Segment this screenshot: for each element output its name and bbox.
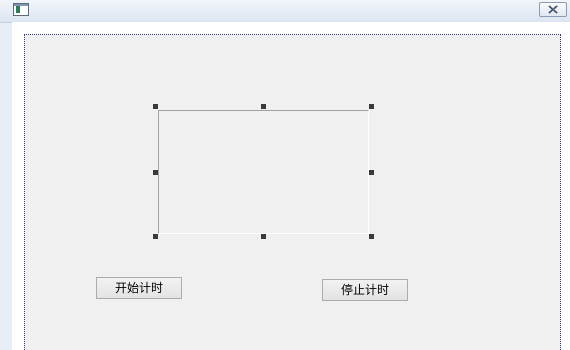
resize-handle-top-left[interactable] xyxy=(153,104,158,109)
app-window-icon xyxy=(13,3,29,16)
resize-handle-right[interactable] xyxy=(369,170,374,175)
resize-handle-left[interactable] xyxy=(153,170,158,175)
designer-window: 开始计时 停止计时 xyxy=(0,0,570,350)
close-icon xyxy=(548,5,559,14)
resize-handle-bottom-right[interactable] xyxy=(369,234,374,239)
form-edge xyxy=(562,34,570,350)
title-bar[interactable] xyxy=(0,0,570,23)
start-timer-button[interactable]: 开始计时 xyxy=(96,277,182,299)
close-button[interactable] xyxy=(539,2,567,17)
resize-handle-top[interactable] xyxy=(261,104,266,109)
selected-group-box[interactable] xyxy=(158,110,369,234)
resize-handle-top-right[interactable] xyxy=(369,104,374,109)
resize-handle-bottom[interactable] xyxy=(261,234,266,239)
resize-handle-bottom-left[interactable] xyxy=(153,234,158,239)
stop-timer-button[interactable]: 停止计时 xyxy=(322,279,408,301)
